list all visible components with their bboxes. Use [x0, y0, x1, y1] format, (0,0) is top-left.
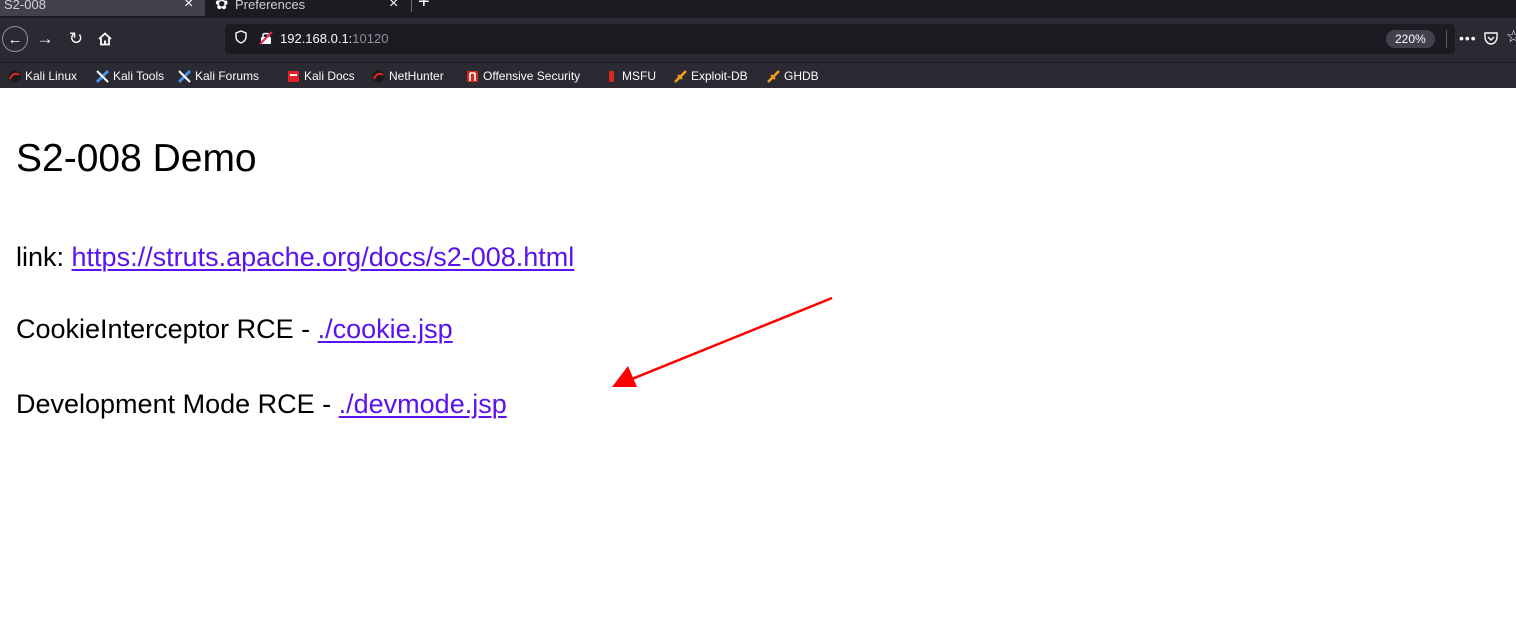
kali-dragon-icon: [8, 70, 21, 82]
reload-button[interactable]: ↻: [63, 26, 89, 52]
forward-button[interactable]: →: [32, 26, 58, 52]
bookmark-offensive-security[interactable]: Offensive Security: [466, 68, 580, 84]
tab-s2-008[interactable]: S2-008 ×: [0, 0, 205, 16]
close-tab-icon[interactable]: ×: [389, 0, 398, 13]
kali-tools-icon: [178, 69, 191, 83]
bookmark-label: Offensive Security: [483, 69, 581, 83]
bookmark-label: Exploit-DB: [691, 69, 748, 83]
cookie-rce-line: CookieInterceptor RCE - ./cookie.jsp: [16, 313, 453, 345]
new-tab-icon[interactable]: +: [418, 0, 430, 14]
kali-dragon-icon: [372, 70, 385, 82]
zoom-level-button[interactable]: 220%: [1386, 30, 1435, 48]
pocket-icon[interactable]: [1483, 30, 1499, 46]
bookmark-label: Kali Forums: [195, 69, 260, 83]
struts-docs-link[interactable]: https://struts.apache.org/docs/s2-008.ht…: [72, 242, 575, 272]
tab-title: S2-008: [4, 0, 46, 12]
bookmark-kali-forums[interactable]: Kali Forums: [178, 68, 259, 84]
url-text[interactable]: 192.168.0.1:10120: [280, 31, 388, 46]
reference-link-line: link: https://struts.apache.org/docs/s2-…: [16, 241, 574, 273]
cookie-jsp-link[interactable]: ./cookie.jsp: [318, 314, 453, 344]
bookmark-label: Kali Docs: [304, 69, 355, 83]
annotation-arrow: [612, 296, 833, 387]
url-bar[interactable]: 192.168.0.1:10120 220%: [225, 24, 1455, 54]
bookmark-star-icon[interactable]: ☆: [1506, 27, 1516, 47]
exploitdb-icon: [674, 69, 687, 83]
msfu-icon: [609, 70, 614, 82]
urlbar-separator: [1446, 30, 1447, 48]
insecure-lock-icon[interactable]: [259, 31, 273, 45]
bookmark-label: NetHunter: [389, 69, 444, 83]
tab-title: Preferences: [235, 0, 306, 12]
bookmark-label: MSFU: [622, 69, 656, 83]
kali-tools-icon: [96, 69, 109, 83]
bookmark-exploit-db[interactable]: Exploit-DB: [674, 68, 748, 84]
devmode-jsp-link[interactable]: ./devmode.jsp: [339, 389, 507, 419]
bookmark-msfu[interactable]: MSFU: [605, 68, 656, 84]
line-prefix: Development Mode RCE -: [16, 389, 339, 419]
line-prefix: CookieInterceptor RCE -: [16, 314, 318, 344]
line-prefix: link:: [16, 242, 72, 272]
browser-chrome: S2-008 × ✿ Preferences × + ← → ↻ 192.168…: [0, 0, 1516, 89]
shield-icon[interactable]: [235, 30, 247, 44]
url-port: 10120: [352, 31, 389, 46]
arrow-right-icon: →: [36, 29, 54, 48]
arrow-left-icon: ←: [7, 30, 23, 48]
navigation-toolbar: ← → ↻ 192.168.0.1:10120 220% ••• ☆: [0, 18, 1516, 62]
kali-docs-icon: [288, 70, 299, 82]
page-content: S2-008 Demo link: https://struts.apache.…: [0, 88, 1516, 625]
exploitdb-icon: [767, 69, 780, 83]
back-button[interactable]: ←: [2, 26, 28, 52]
page-title: S2-008 Demo: [16, 137, 257, 180]
bookmark-ghdb[interactable]: GHDB: [767, 68, 819, 84]
bookmark-kali-linux[interactable]: Kali Linux: [8, 68, 77, 84]
bookmark-kali-tools[interactable]: Kali Tools: [96, 68, 164, 84]
gear-icon: ✿: [215, 0, 229, 13]
bookmarks-toolbar: Kali Linux Kali Tools Kali Forums Kali D…: [0, 62, 1516, 89]
arrow-head: [612, 366, 637, 387]
bookmark-label: GHDB: [784, 69, 819, 83]
arrow-shaft: [631, 296, 833, 381]
bookmark-nethunter[interactable]: NetHunter: [372, 68, 444, 84]
reload-icon: ↻: [68, 29, 84, 48]
close-tab-icon[interactable]: ×: [184, 0, 193, 13]
devmode-rce-line: Development Mode RCE - ./devmode.jsp: [16, 388, 507, 420]
bookmark-label: Kali Linux: [25, 69, 78, 83]
home-button[interactable]: [92, 26, 118, 52]
tab-preferences[interactable]: ✿ Preferences ×: [206, 0, 411, 16]
bookmark-label: Kali Tools: [113, 69, 165, 83]
url-host: 192.168.0.1:: [280, 31, 353, 46]
tab-strip: S2-008 × ✿ Preferences × +: [0, 0, 1516, 16]
tab-divider: [411, 0, 412, 12]
page-actions-icon[interactable]: •••: [1459, 30, 1477, 46]
bookmark-kali-docs[interactable]: Kali Docs: [287, 68, 355, 84]
offsec-icon: [467, 70, 478, 82]
home-icon: [98, 32, 112, 46]
